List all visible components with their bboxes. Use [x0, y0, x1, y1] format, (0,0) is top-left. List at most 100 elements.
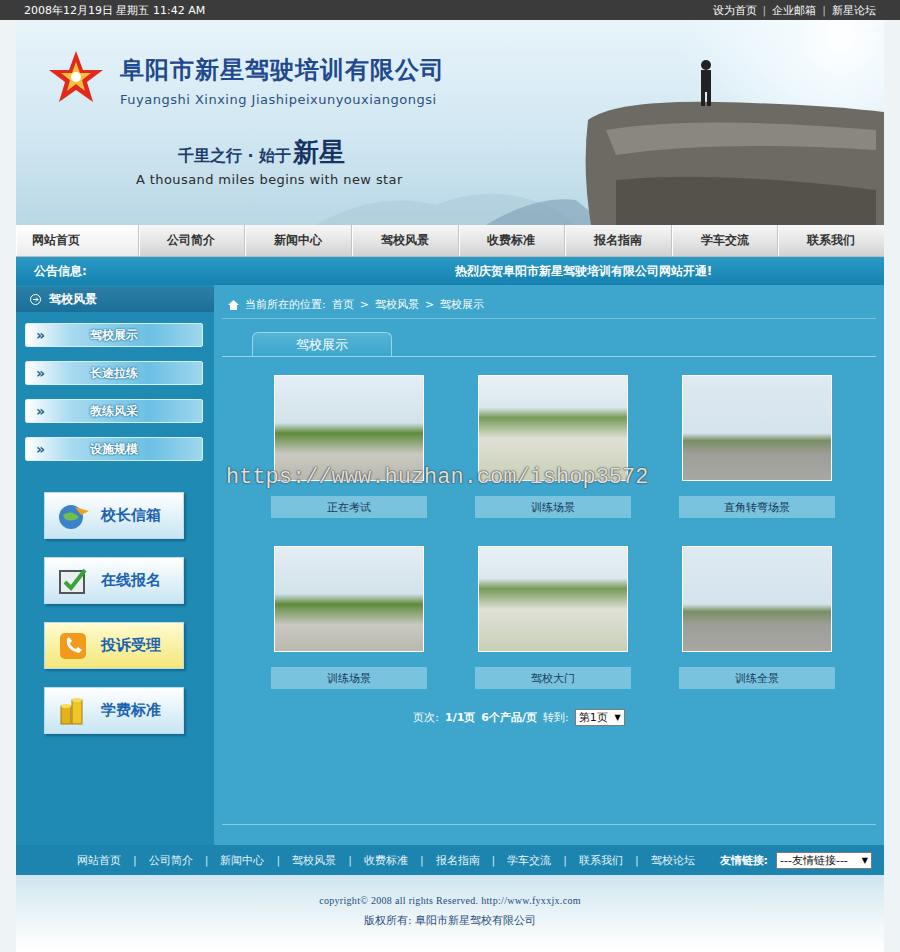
photo[interactable] — [682, 546, 832, 652]
content-panel: 当前所在的位置:首页>驾校风景>驾校展示驾校展示正在考试训练场景直角转弯场景训练… — [222, 285, 876, 825]
caption[interactable]: 训练场景 — [271, 667, 427, 689]
breadcrumb-link[interactable]: 驾校展示 — [440, 297, 484, 312]
photo[interactable] — [274, 546, 424, 652]
photo[interactable] — [682, 375, 832, 481]
caption[interactable]: 驾校大门 — [475, 667, 631, 689]
footer-link[interactable]: 新闻中心 — [220, 853, 264, 868]
footer-link[interactable]: 网站首页 — [77, 853, 121, 868]
main-nav: 网站首页公司简介新闻中心驾校风景收费标准报名指南学车交流联系我们 — [16, 225, 884, 257]
gallery-card[interactable]: 驾校大门 — [475, 546, 631, 689]
page-select[interactable]: 第1页▼ — [575, 709, 625, 726]
slogan-emphasis: 新星 — [293, 135, 345, 170]
arrow-circle-icon — [30, 294, 41, 305]
photo[interactable] — [274, 375, 424, 481]
gallery: 正在考试训练场景直角转弯场景训练场景驾校大门训练全景 — [222, 357, 876, 689]
sidebar-item[interactable]: »教练风采 — [25, 399, 203, 423]
image-button[interactable]: 投诉受理 — [44, 622, 184, 669]
sidebar-item[interactable]: »设施规模 — [25, 437, 203, 461]
top-link[interactable]: 设为首页 — [713, 3, 757, 18]
photo[interactable] — [478, 375, 628, 481]
notice-text: 热烈庆贺阜阳市新星驾驶培训有限公司网站开通! — [455, 263, 712, 280]
friend-select[interactable]: ---友情链接---▼ — [776, 852, 872, 869]
banner-art-icon — [16, 20, 884, 225]
sidebar-item[interactable]: »长途拉练 — [25, 361, 203, 385]
footer-links: 网站首页 | 公司简介 | 新闻中心 | 驾校风景 | 收费标准 | 报名指南 | 学车交流 | 联系我们 |… — [77, 853, 695, 868]
owner-line: 版权所有: 阜阳市新星驾校有限公司 — [364, 913, 536, 928]
gallery-card[interactable]: 训练场景 — [271, 546, 427, 689]
gallery-card[interactable]: 训练场景 — [475, 375, 631, 518]
nav-item[interactable]: 新闻中心 — [245, 225, 352, 256]
brand-text: 阜阳市新星驾驶培训有限公司Fuyangshi Xinxing Jiashipei… — [120, 50, 445, 107]
bullet: » — [26, 403, 68, 419]
footer-link[interactable]: 驾校风景 — [292, 853, 336, 868]
copyright-line: copyright© 2008 all rights Reserved. htt… — [319, 895, 581, 906]
separator: | — [763, 4, 767, 17]
nav-item[interactable]: 学车交流 — [672, 225, 779, 256]
footer-link[interactable]: 学车交流 — [507, 853, 551, 868]
caption[interactable]: 直角转弯场景 — [679, 496, 835, 518]
main-body: 驾校风景»驾校展示»长途拉练»教练风采»设施规模校长信箱在线报名投诉受理学费标准… — [16, 285, 884, 845]
home-icon — [228, 300, 239, 310]
separator: | — [205, 854, 209, 867]
footer-link[interactable]: 公司简介 — [149, 853, 193, 868]
nav-item[interactable]: 收费标准 — [459, 225, 566, 256]
nav-item[interactable]: 报名指南 — [565, 225, 672, 256]
nav-item[interactable]: 公司简介 — [139, 225, 246, 256]
globe-icon — [57, 501, 91, 531]
footer-link[interactable]: 收费标准 — [364, 853, 408, 868]
separator: > — [360, 298, 369, 311]
nav-item[interactable]: 联系我们 — [778, 225, 884, 256]
banner: 阜阳市新星驾驶培训有限公司Fuyangshi Xinxing Jiashipei… — [16, 20, 884, 225]
watermark: https://www.huzhan.com/ishop3572 — [226, 465, 648, 490]
separator: | — [133, 854, 137, 867]
separator: | — [492, 854, 496, 867]
separator: | — [563, 854, 567, 867]
dropdown-arrow-icon: ▼ — [615, 713, 621, 722]
separator: | — [420, 854, 424, 867]
sidebar-item[interactable]: »驾校展示 — [25, 323, 203, 347]
tab[interactable]: 驾校展示 — [252, 332, 392, 356]
image-button[interactable]: 学费标准 — [44, 687, 184, 734]
footer-nav: 网站首页 | 公司简介 | 新闻中心 | 驾校风景 | 收费标准 | 报名指南 | 学车交流 | 联系我们 |… — [16, 845, 884, 875]
caption[interactable]: 正在考试 — [271, 496, 427, 518]
breadcrumb-link[interactable]: 驾校风景 — [375, 297, 419, 312]
content: 当前所在的位置:首页>驾校风景>驾校展示驾校展示正在考试训练场景直角转弯场景训练… — [214, 285, 884, 845]
copyright: copyright© 2008 all rights Reserved. htt… — [16, 875, 884, 952]
separator: > — [425, 298, 434, 311]
footer-link[interactable]: 报名指南 — [436, 853, 480, 868]
nav-item[interactable]: 驾校风景 — [352, 225, 459, 256]
notice-label: 公告信息: — [34, 263, 87, 280]
notice-bar: 公告信息: 热烈庆贺阜阳市新星驾驶培训有限公司网站开通! — [16, 257, 884, 285]
top-links: 设为首页|企业邮箱|新星论坛 — [713, 3, 876, 18]
brand: 阜阳市新星驾驶培训有限公司Fuyangshi Xinxing Jiashipei… — [48, 50, 884, 107]
separator: | — [348, 854, 352, 867]
top-link[interactable]: 企业邮箱 — [772, 3, 816, 18]
checkbox-icon — [57, 566, 91, 596]
top-bar: 2008年12月19日 星期五 11:42 AM设为首页|企业邮箱|新星论坛 — [0, 0, 900, 20]
bullet: » — [26, 365, 68, 381]
pagination: 页次:1/1页6个产品/页转到:第1页▼ — [222, 709, 876, 726]
gallery-card[interactable]: 训练全景 — [679, 546, 835, 689]
top-link[interactable]: 新星论坛 — [832, 3, 876, 18]
footer-link[interactable]: 驾校论坛 — [651, 853, 695, 868]
footer-link[interactable]: 联系我们 — [579, 853, 623, 868]
sidebar-list: »驾校展示 »长途拉练 »教练风采 »设施规模 — [16, 312, 214, 461]
sidebar-buttons: 校长信箱在线报名投诉受理学费标准 — [16, 461, 214, 734]
separator: | — [635, 854, 639, 867]
slogan-en: A thousand miles begins with new star — [136, 172, 884, 187]
gallery-card[interactable]: 正在考试 — [271, 375, 427, 518]
date-text: 2008年12月19日 星期五 11:42 AM — [24, 3, 205, 18]
breadcrumb-link[interactable]: 首页 — [332, 297, 354, 312]
photo[interactable] — [478, 546, 628, 652]
caption[interactable]: 训练全景 — [679, 667, 835, 689]
page: 2008年12月19日 星期五 11:42 AM 设为首页 | 企业邮箱 | 新星论坛阜阳… — [0, 0, 900, 952]
wrapper: 阜阳市新星驾驶培训有限公司Fuyangshi Xinxing Jiashipei… — [16, 20, 884, 952]
image-button[interactable]: 在线报名 — [44, 557, 184, 604]
friend-links: 友情链接:---友情链接---▼ — [720, 852, 884, 869]
gallery-card[interactable]: 直角转弯场景 — [679, 375, 835, 518]
breadcrumb: 当前所在的位置:首页>驾校风景>驾校展示 — [222, 285, 876, 319]
caption[interactable]: 训练场景 — [475, 496, 631, 518]
image-button[interactable]: 校长信箱 — [44, 492, 184, 539]
separator: | — [276, 854, 280, 867]
nav-item[interactable]: 网站首页 — [16, 225, 139, 256]
